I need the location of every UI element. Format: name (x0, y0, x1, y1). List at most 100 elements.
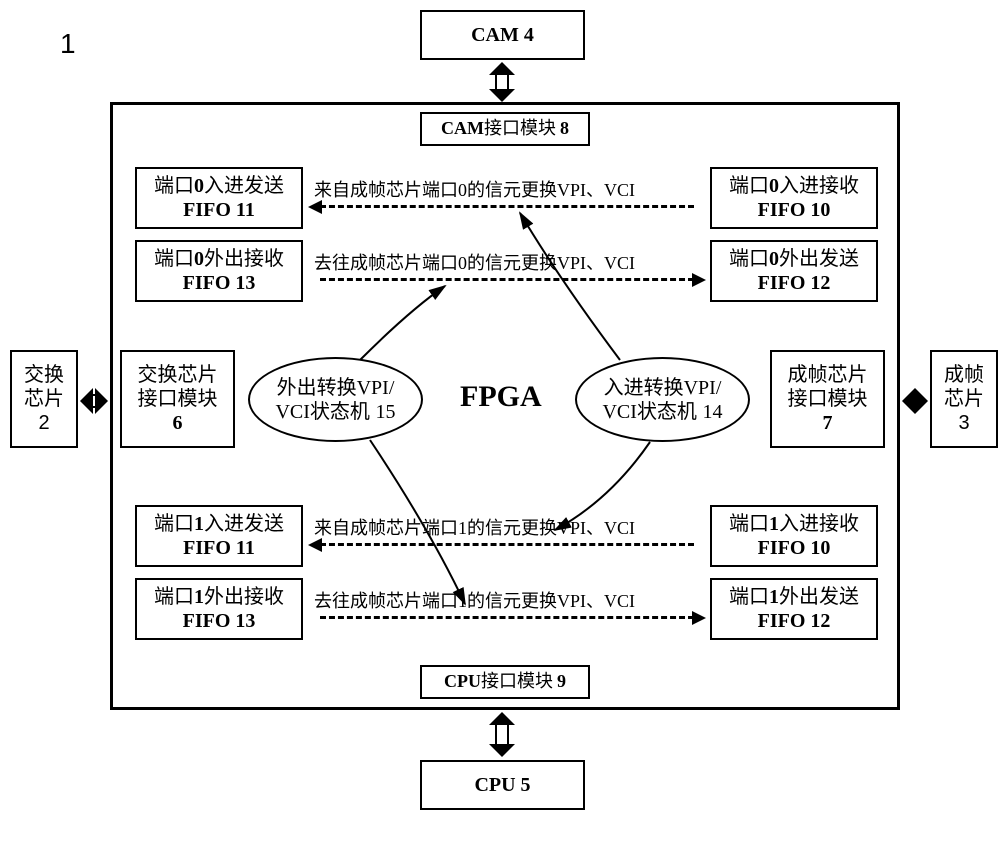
dl0i-c: VCI (604, 180, 635, 200)
dl1i-v: VPI (557, 518, 586, 538)
cpu-if-num: 9 (557, 671, 566, 693)
p0-is-n: 0 (194, 175, 204, 197)
dl0i-mid: 的信元更换 (467, 180, 557, 200)
port0-outsend-box: 端口0外出发送 FIFO 12 (710, 240, 878, 302)
ei-l2: 接口模块 (138, 387, 218, 411)
port1-inrecv-box: 端口1入进接收 FIFO 10 (710, 505, 878, 567)
arrow-cam-fpga (487, 62, 517, 102)
exchange-chip-box: 交换 芯片 2 (10, 350, 78, 448)
port0-insend-box: 端口0入进发送 FIFO 11 (135, 167, 303, 229)
p1-or-l: 端口 (154, 586, 194, 608)
p1-ir-l: 端口 (729, 513, 769, 535)
p0-is-f: FIFO 11 (183, 198, 255, 222)
dashed-label-p1-in: 来自成帧芯片端口1的信元更换VPI、VCI (314, 514, 635, 540)
cpu-label: CPU 5 (474, 773, 530, 797)
port0-inrecv-box: 端口0入进接收 FIFO 10 (710, 167, 878, 229)
ec-l1: 交换 (24, 363, 64, 387)
p1-or-n: 1 (194, 586, 204, 608)
fi-n: 7 (823, 411, 833, 435)
p1-ir-n: 1 (769, 513, 779, 535)
dl1i-n: 1 (458, 518, 467, 538)
p1-is-l: 端口 (154, 513, 194, 535)
smo-n: 15 (376, 401, 396, 423)
exchange-interface-box: 交换芯片 接口模块 6 (120, 350, 235, 448)
smi-l2: VCI (602, 401, 636, 423)
smi-vpi: VPI/ (684, 377, 722, 399)
fpga-label: FPGA (460, 380, 542, 414)
cam-if-prefix: CAM (441, 118, 484, 140)
dl0o-pre: 去往成帧芯片端口 (314, 253, 458, 273)
p1-os-l: 端口 (729, 586, 769, 608)
dashed-arrow-p1-out (320, 616, 694, 619)
p0-or-s: 外出接收 (204, 248, 284, 270)
port1-insend-box: 端口1入进发送 FIFO 11 (135, 505, 303, 567)
dashed-arrow-p0-out (320, 278, 694, 281)
figure-number: 1 (60, 28, 76, 60)
port0-outrecv-box: 端口0外出接收 FIFO 13 (135, 240, 303, 302)
p0-or-n: 0 (194, 248, 204, 270)
smi-l1: 入进转换 (604, 377, 684, 399)
dashed-label-p0-in: 来自成帧芯片端口0的信元更换VPI、VCI (314, 176, 635, 202)
ec-l2: 芯片 (24, 387, 64, 411)
cam-if-num: 8 (560, 118, 569, 140)
cam-if-label: 接口模块 (484, 118, 556, 140)
dl1i-pre: 来自成帧芯片端口 (314, 518, 458, 538)
smo-lbl: 状态机 (310, 401, 370, 423)
p1-os-n: 1 (769, 586, 779, 608)
p0-ir-s: 入进接收 (779, 175, 859, 197)
dashed-label-p1-out: 去往成帧芯片端口1的信元更换VPI、VCI (314, 587, 635, 613)
p1-is-f: FIFO 11 (183, 536, 255, 560)
p1-is-n: 1 (194, 513, 204, 535)
dl0o-mid: 的信元更换 (467, 253, 557, 273)
cam-box: CAM 4 (420, 10, 585, 60)
framing-interface-box: 成帧芯片 接口模块 7 (770, 350, 885, 448)
arrow-fpga-cpu (487, 712, 517, 757)
dl1o-n: 1 (458, 591, 467, 611)
p0-os-l: 端口 (729, 248, 769, 270)
cam-label: CAM 4 (471, 23, 534, 47)
p0-is-l: 端口 (154, 175, 194, 197)
dl0i-n: 0 (458, 180, 467, 200)
sm-out-ellipse: 外出转换VPI/ VCI状态机 15 (248, 357, 423, 442)
p1-ir-s: 入进接收 (779, 513, 859, 535)
dl0i-sep: 、 (586, 180, 604, 200)
p1-os-s: 外出发送 (779, 586, 859, 608)
p0-os-f: FIFO 12 (758, 271, 831, 295)
port1-outsend-box: 端口1外出发送 FIFO 12 (710, 578, 878, 640)
p0-or-l: 端口 (154, 248, 194, 270)
port1-outrecv-box: 端口1外出接收 FIFO 13 (135, 578, 303, 640)
arrow-framing (902, 386, 928, 416)
dl1i-mid: 的信元更换 (467, 518, 557, 538)
p1-os-f: FIFO 12 (758, 609, 831, 633)
p1-or-f: FIFO 13 (183, 609, 256, 633)
cpu-if-label: 接口模块 (481, 671, 553, 693)
smi-lbl: 状态机 (637, 401, 697, 423)
cam-interface-box: CAM 接口模块 8 (420, 112, 590, 146)
p0-ir-l: 端口 (729, 175, 769, 197)
arrow-exchange (80, 386, 108, 416)
p0-ir-n: 0 (769, 175, 779, 197)
dl1o-c: VCI (604, 591, 635, 611)
fc-l2: 芯片 (944, 387, 984, 411)
dl0i-v: VPI (557, 180, 586, 200)
dl1i-c: VCI (604, 518, 635, 538)
p1-ir-f: FIFO 10 (758, 536, 831, 560)
ei-l1: 交换芯片 (138, 363, 218, 387)
smo-l1: 外出转换 (277, 377, 357, 399)
dl0o-n: 0 (458, 253, 467, 273)
fi-l2: 接口模块 (788, 387, 868, 411)
p0-is-s: 入进发送 (204, 175, 284, 197)
smi-n: 14 (703, 401, 723, 423)
ei-n: 6 (173, 411, 183, 435)
dl0o-c: VCI (604, 253, 635, 273)
dl0i-pre: 来自成帧芯片端口 (314, 180, 458, 200)
sm-in-ellipse: 入进转换VPI/ VCI状态机 14 (575, 357, 750, 442)
p0-or-f: FIFO 13 (183, 271, 256, 295)
framing-chip-box: 成帧 芯片 3 (930, 350, 998, 448)
dl1o-v: VPI (557, 591, 586, 611)
smo-l2: VCI (275, 401, 309, 423)
p0-ir-f: FIFO 10 (758, 198, 831, 222)
dl0o-v: VPI (557, 253, 586, 273)
cpu-if-prefix: CPU (444, 671, 481, 693)
dl1i-sep: 、 (586, 518, 604, 538)
